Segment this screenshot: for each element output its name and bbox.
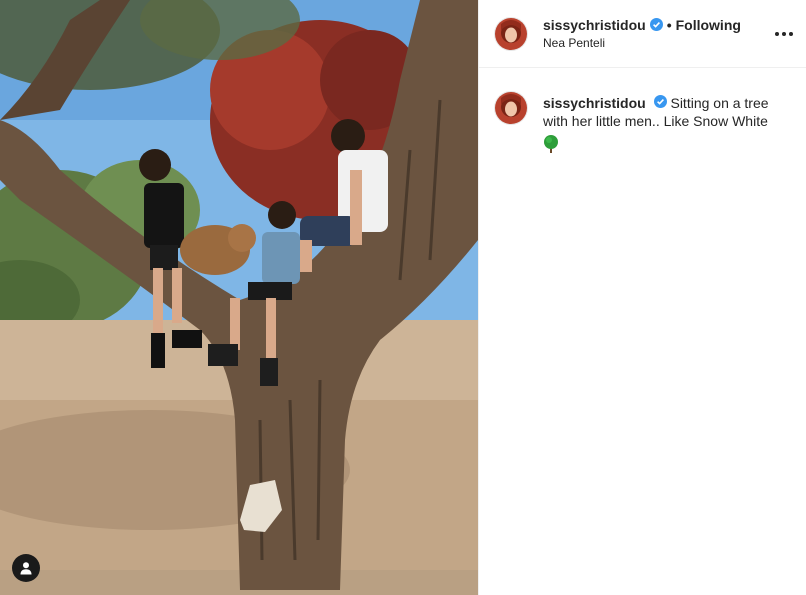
avatar-image [495, 17, 527, 50]
caption-body: sissychristidou Sitting on a tree with h… [543, 94, 783, 153]
user-tag-glyph [20, 562, 32, 575]
header-text: sissychristidou • Following Nea Penteli [543, 17, 741, 51]
caption-username[interactable]: sissychristidou [543, 95, 646, 111]
following-button[interactable]: Following [676, 17, 741, 33]
caption-avatar-image [495, 92, 527, 124]
header-username[interactable]: sissychristidou [543, 17, 646, 33]
post-header: sissychristidou • Following Nea Penteli [479, 0, 806, 68]
caption-row: sissychristidou Sitting on a tree with h… [479, 68, 806, 153]
post-photo[interactable] [0, 0, 478, 595]
photo-image [0, 0, 478, 595]
verified-badge-icon [649, 18, 663, 31]
header-row: sissychristidou • Following [543, 17, 741, 33]
instagram-post-view: sissychristidou • Following Nea Penteli [0, 0, 806, 595]
deciduous-tree-icon [543, 135, 559, 153]
avatar[interactable] [495, 17, 527, 50]
caption-verified-badge-icon [653, 94, 667, 108]
post-sidebar: sissychristidou • Following Nea Penteli [478, 0, 806, 595]
user-tag-icon[interactable] [12, 554, 40, 582]
more-options-icon[interactable] [772, 22, 796, 46]
caption-avatar[interactable] [495, 92, 527, 124]
separator-dot: • [666, 16, 672, 33]
location-link[interactable]: Nea Penteli [543, 35, 741, 51]
